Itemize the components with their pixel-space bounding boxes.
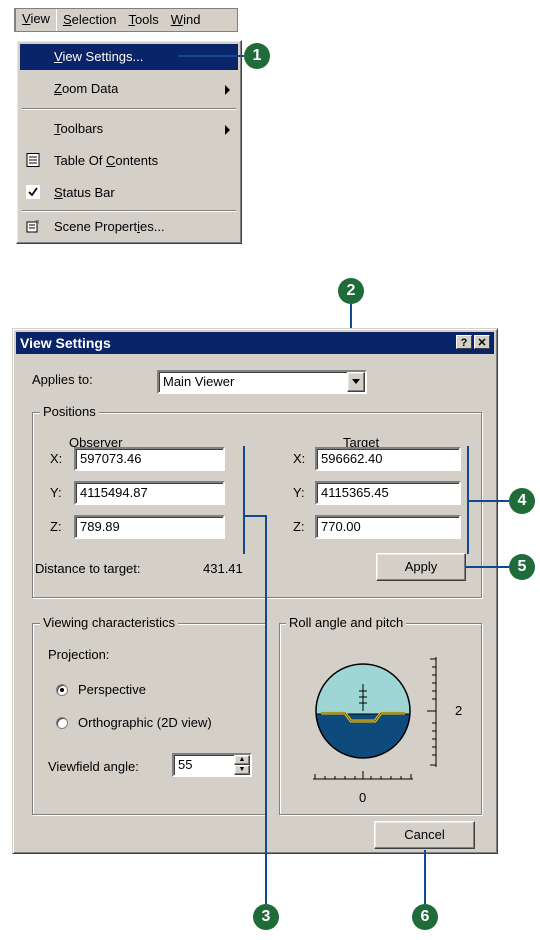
cancel-button[interactable]: Cancel — [374, 821, 475, 849]
observer-z-input[interactable]: 789.89 — [74, 515, 225, 539]
dialog-title: View Settings — [20, 335, 111, 351]
menu-window[interactable]: Wind — [165, 9, 207, 31]
view-settings-dialog: View Settings ? ✕ Applies to: Main Viewe… — [12, 328, 498, 854]
callout-3: 3 — [253, 904, 279, 930]
target-x-input[interactable]: 596662.40 — [315, 447, 461, 471]
roll-value: 0 — [359, 790, 367, 805]
callout-bracket-observer — [243, 446, 245, 554]
projection-label: Projection: — [48, 647, 110, 662]
menu-tools[interactable]: Tools — [122, 9, 164, 31]
positions-legend: Positions — [40, 404, 99, 419]
viewfield-angle-label: Viewfield angle: — [48, 759, 139, 774]
callout-6: 6 — [412, 904, 438, 930]
observer-y-label: Y: — [50, 485, 62, 500]
submenu-arrow-icon — [225, 125, 230, 135]
menu-view[interactable]: View — [15, 9, 57, 31]
close-button[interactable]: ✕ — [474, 335, 490, 349]
callout-line — [469, 500, 509, 502]
orthographic-radio[interactable] — [56, 717, 68, 729]
menu-separator — [22, 108, 236, 110]
orthographic-label[interactable]: Orthographic (2D view) — [78, 715, 212, 730]
callout-line — [245, 515, 267, 517]
menu-item-toolbars[interactable]: Toolbars — [20, 116, 238, 142]
callout-4: 4 — [509, 488, 535, 514]
callout-line — [424, 850, 426, 904]
roll-pitch-legend: Roll angle and pitch — [286, 615, 407, 630]
target-y-label: Y: — [293, 485, 305, 500]
menu-item-scene-properties[interactable]: Scene Properties... — [20, 214, 238, 240]
roll-pitch-indicator[interactable] — [303, 639, 453, 789]
viewfield-angle-input[interactable]: 55 ▲ ▼ — [172, 753, 252, 777]
observer-y-input[interactable]: 4115494.87 — [74, 481, 225, 505]
table-of-contents-icon — [26, 153, 40, 167]
spin-down-icon[interactable]: ▼ — [234, 765, 250, 775]
target-x-label: X: — [293, 451, 306, 466]
distance-label: Distance to target: — [35, 561, 141, 576]
observer-x-input[interactable]: 597073.46 — [74, 447, 225, 471]
menu-selection[interactable]: Selection — [57, 9, 122, 31]
applies-to-label: Applies to: — [32, 372, 93, 387]
observer-z-label: Z: — [50, 519, 62, 534]
callout-2: 2 — [338, 278, 364, 304]
dropdown-arrow-icon[interactable] — [347, 372, 365, 392]
distance-value: 431.41 — [203, 561, 243, 576]
help-button[interactable]: ? — [456, 335, 472, 349]
menu-bar: View Selection Tools Wind — [14, 8, 238, 32]
submenu-arrow-icon — [225, 85, 230, 95]
properties-icon — [26, 220, 39, 233]
apply-button[interactable]: Apply — [376, 553, 466, 581]
menu-item-view-settings[interactable]: View Settings... — [20, 44, 238, 70]
view-dropdown-menu: View Settings... Zoom Data Toolbars Tabl… — [16, 40, 242, 244]
target-y-input[interactable]: 4115365.45 — [315, 481, 461, 505]
callout-5: 5 — [509, 554, 535, 580]
callout-line — [466, 566, 509, 568]
menu-separator — [22, 210, 236, 212]
menu-item-zoom-data[interactable]: Zoom Data — [20, 76, 238, 102]
checkmark-icon — [26, 185, 40, 199]
spin-up-icon[interactable]: ▲ — [234, 755, 250, 765]
viewing-characteristics-legend: Viewing characteristics — [40, 615, 178, 630]
callout-1: 1 — [244, 43, 270, 69]
applies-to-select[interactable]: Main Viewer — [157, 370, 367, 394]
callout-line — [178, 55, 244, 57]
callout-line — [265, 515, 267, 904]
observer-x-label: X: — [50, 451, 63, 466]
perspective-label[interactable]: Perspective — [78, 682, 146, 697]
dialog-title-bar: View Settings ? ✕ — [16, 332, 494, 354]
menu-item-status-bar[interactable]: Status Bar — [20, 180, 238, 206]
menu-item-table-of-contents[interactable]: Table Of Contents — [20, 148, 238, 174]
target-z-input[interactable]: 770.00 — [315, 515, 461, 539]
perspective-radio[interactable] — [56, 684, 68, 696]
target-z-label: Z: — [293, 519, 305, 534]
pitch-value: 2 — [455, 703, 463, 718]
